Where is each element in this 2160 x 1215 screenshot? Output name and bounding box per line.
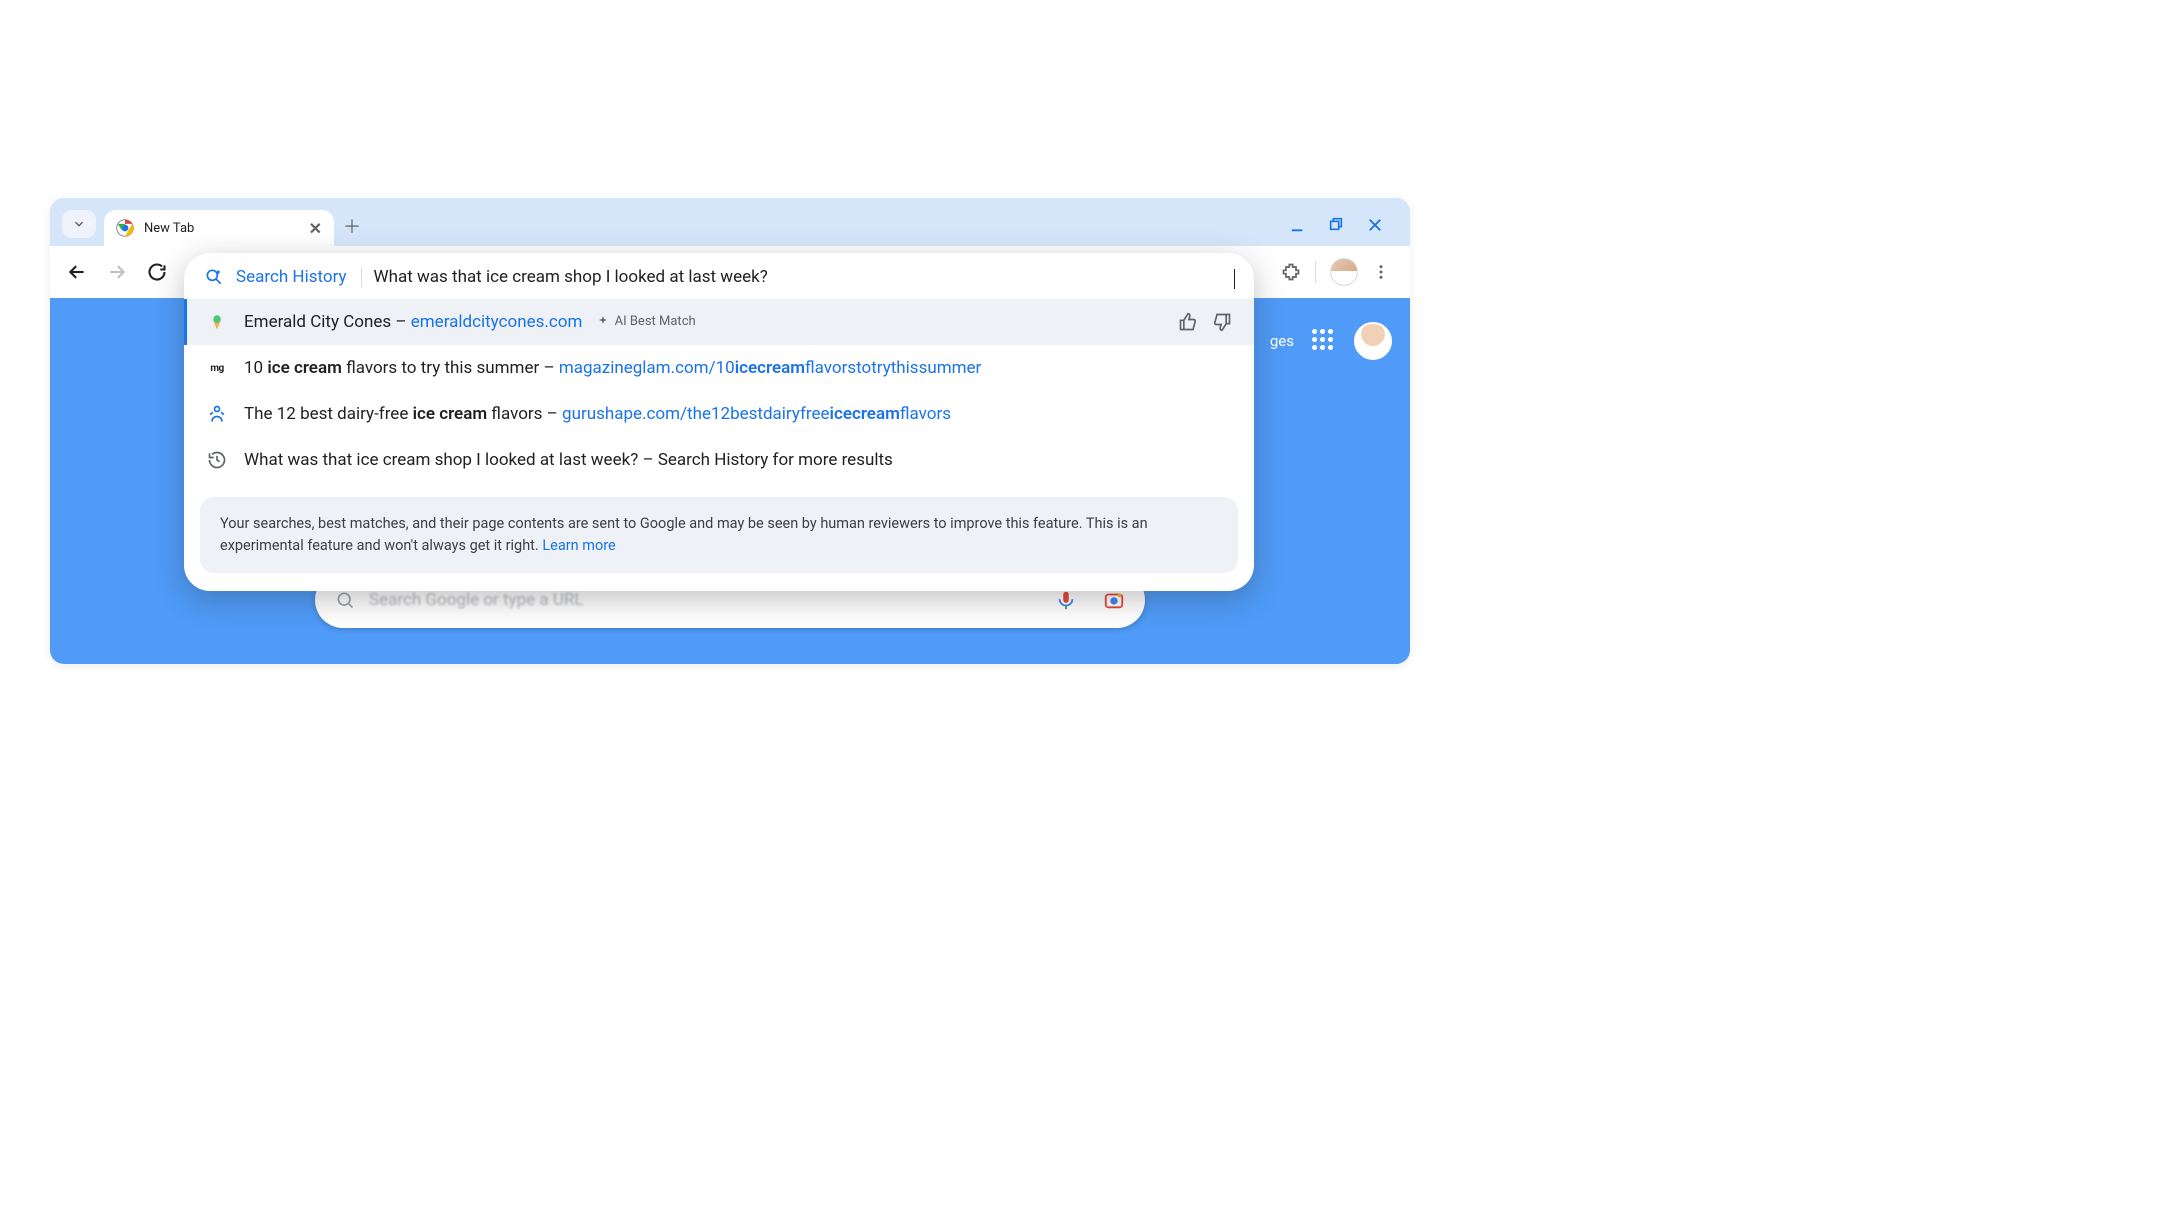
suggestion-text: The 12 best dairy-free ice cream flavors…: [244, 404, 1232, 424]
back-button[interactable]: [60, 255, 94, 289]
new-tab-button[interactable]: ＋: [338, 212, 366, 240]
suggestion-text: 10 ice cream flavors to try this summer …: [244, 358, 1232, 378]
ai-disclaimer-notice: Your searches, best matches, and their p…: [200, 497, 1238, 573]
search-scope-chip[interactable]: Search History: [236, 267, 362, 287]
tab-strip: New Tab ✕ ＋: [50, 198, 1410, 246]
close-window-button[interactable]: [1366, 216, 1384, 234]
chrome-window: New Tab ✕ ＋: [50, 198, 1410, 664]
suggestion-text: Emerald City Cones – emeraldcitycones.co…: [244, 312, 1162, 332]
suggestion-row[interactable]: mg 10 ice cream flavors to try this summ…: [184, 345, 1254, 391]
profile-avatar-toolbar[interactable]: [1330, 258, 1358, 286]
site-favicon-icon: [206, 403, 228, 425]
extensions-icon[interactable]: [1281, 262, 1301, 282]
omnibox-dropdown: Search History What was that ice cream s…: [184, 253, 1254, 591]
omnibox-input-row[interactable]: Search History What was that ice cream s…: [184, 253, 1254, 299]
cone-favicon-icon: [206, 311, 228, 333]
minimize-button[interactable]: [1288, 216, 1306, 234]
history-icon: [206, 449, 228, 471]
learn-more-link[interactable]: Learn more: [542, 537, 615, 554]
toolbar-divider: [1315, 261, 1316, 283]
reload-button[interactable]: [140, 255, 174, 289]
lens-search-icon[interactable]: [1103, 589, 1125, 611]
window-controls: [1288, 216, 1402, 246]
feedback-buttons: [1178, 312, 1232, 332]
suggestion-row[interactable]: Emerald City Cones – emeraldcitycones.co…: [184, 299, 1254, 345]
tab-title: New Tab: [144, 221, 194, 236]
top-link-fragment[interactable]: ges: [1270, 332, 1294, 350]
suggestion-text: What was that ice cream shop I looked at…: [244, 450, 1232, 470]
google-apps-icon[interactable]: [1312, 329, 1336, 353]
notice-text: Your searches, best matches, and their p…: [220, 515, 1148, 554]
suggestion-row[interactable]: What was that ice cream shop I looked at…: [184, 437, 1254, 483]
browser-tab[interactable]: New Tab ✕: [104, 210, 334, 246]
tab-search-button[interactable]: [62, 210, 96, 238]
restore-button[interactable]: [1328, 216, 1344, 234]
search-icon: [335, 590, 355, 610]
thumbs-up-icon[interactable]: [1178, 312, 1198, 332]
close-tab-icon[interactable]: ✕: [309, 219, 322, 238]
site-favicon-icon: mg: [206, 357, 228, 379]
chrome-favicon-icon: [116, 219, 134, 237]
ai-best-match-badge: AI Best Match: [597, 314, 696, 329]
ntp-search-placeholder: Search Google or type a URL: [369, 590, 584, 610]
suggestion-row[interactable]: The 12 best dairy-free ice cream flavors…: [184, 391, 1254, 437]
ntp-top-right: ges: [1270, 322, 1392, 360]
omnibox-query-text[interactable]: What was that ice cream shop I looked at…: [374, 267, 1234, 287]
ai-search-icon: [204, 267, 224, 287]
thumbs-down-icon[interactable]: [1212, 312, 1232, 332]
kebab-menu-icon[interactable]: [1372, 263, 1390, 281]
profile-avatar-ntp[interactable]: [1354, 322, 1392, 360]
voice-search-icon[interactable]: [1055, 589, 1077, 611]
forward-button: [100, 255, 134, 289]
